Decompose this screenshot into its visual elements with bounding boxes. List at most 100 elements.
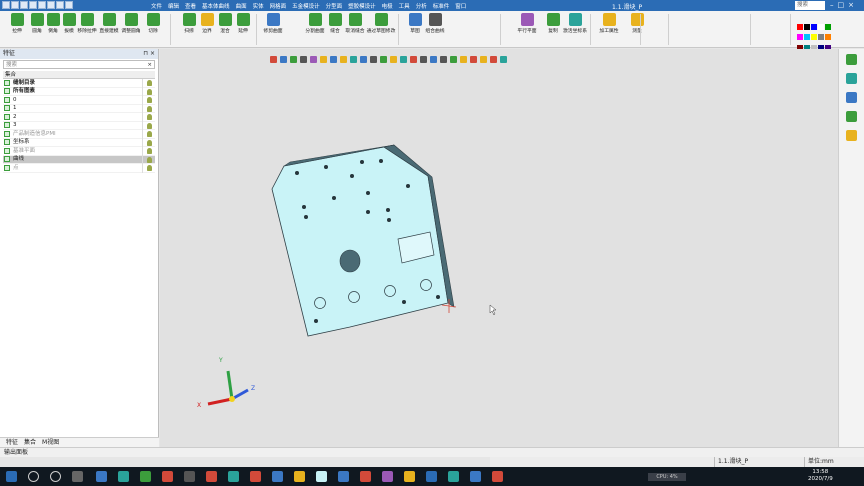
menu-item[interactable]: 工具: [399, 2, 410, 10]
app-taskbar-icon[interactable]: [492, 471, 503, 482]
tree-row[interactable]: 1: [3, 104, 155, 113]
menu-item[interactable]: 网格面: [270, 2, 287, 10]
menu-item[interactable]: 文件: [151, 2, 162, 10]
ribbon-button[interactable]: 平行平面: [516, 13, 538, 34]
visibility-bulb-icon[interactable]: [147, 88, 152, 95]
start-icon[interactable]: [6, 471, 17, 482]
close-icon[interactable]: ×: [848, 1, 854, 9]
color-swatch[interactable]: [811, 34, 817, 41]
app-taskbar-icon[interactable]: [470, 471, 481, 482]
print-icon[interactable]: [29, 1, 37, 9]
ribbon-button[interactable]: 复制: [542, 13, 564, 34]
ribbon-button[interactable]: 组合曲线: [424, 13, 446, 34]
history-icon[interactable]: [846, 73, 857, 84]
clock[interactable]: 13:58 2020/7/9: [808, 469, 833, 483]
layout-icon[interactable]: [56, 1, 64, 9]
visibility-bulb-icon[interactable]: [147, 148, 152, 154]
view-manager-icon[interactable]: [846, 92, 857, 103]
minimize-icon[interactable]: –: [830, 1, 834, 9]
app-taskbar-icon[interactable]: [382, 471, 393, 482]
app-taskbar-icon[interactable]: [162, 471, 173, 482]
menu-item[interactable]: 电极: [382, 2, 393, 10]
feature-search-input[interactable]: 搜索 ×: [3, 60, 155, 69]
visibility-bulb-icon[interactable]: [147, 114, 152, 120]
ribbon-button[interactable]: 延伸: [232, 13, 254, 34]
app-taskbar-icon[interactable]: [426, 471, 437, 482]
menu-item[interactable]: 分析: [416, 2, 427, 10]
panel-pin-close-icon[interactable]: ⊓ ×: [143, 49, 155, 59]
ribbon-button[interactable]: 激活坐标系: [563, 13, 587, 34]
app-taskbar-icon[interactable]: [360, 471, 371, 482]
tree-row[interactable]: 点: [3, 164, 155, 173]
tree-row[interactable]: 2: [3, 113, 155, 122]
color-swatch[interactable]: [804, 34, 810, 41]
color-swatch[interactable]: [818, 24, 824, 30]
ribbon-button[interactable]: 缝合: [324, 13, 346, 34]
active-app-taskbar-icon[interactable]: [294, 471, 305, 482]
menu-item[interactable]: 查看: [185, 2, 196, 10]
color-swatch[interactable]: [818, 34, 824, 41]
menu-item[interactable]: 分型面: [326, 2, 343, 10]
visibility-bulb-icon[interactable]: [147, 97, 152, 103]
task-view-icon[interactable]: [72, 471, 83, 482]
app-taskbar-icon[interactable]: [404, 471, 415, 482]
tree-row[interactable]: 0: [3, 96, 155, 105]
visibility-bulb-icon[interactable]: [147, 131, 152, 137]
ribbon-button[interactable]: 修剪曲面: [262, 13, 284, 34]
color-swatch[interactable]: [825, 24, 831, 30]
ribbon-button[interactable]: 拉伸: [6, 13, 28, 34]
ribbon-button[interactable]: 草图: [404, 13, 426, 34]
ribbon-button[interactable]: 切除: [142, 13, 164, 34]
visibility-bulb-icon[interactable]: [147, 156, 152, 163]
layer-icon[interactable]: [846, 111, 857, 122]
material-icon[interactable]: [846, 130, 857, 141]
output-panel-bar[interactable]: 输出面板: [0, 447, 864, 457]
undo-icon[interactable]: [38, 1, 46, 9]
app-taskbar-icon[interactable]: [316, 471, 327, 482]
settings-icon[interactable]: [65, 1, 73, 9]
menu-item[interactable]: 窗口: [455, 2, 466, 10]
ribbon-button[interactable]: 加工属性: [598, 13, 620, 34]
cortana-icon[interactable]: [50, 471, 61, 482]
app-taskbar-icon[interactable]: [338, 471, 349, 482]
menu-item[interactable]: 塑胶模设计: [348, 2, 376, 10]
panel-tab[interactable]: M视图: [42, 438, 59, 447]
panel-tab[interactable]: 集合: [24, 438, 36, 447]
app-taskbar-icon[interactable]: [272, 471, 283, 482]
panel-tab[interactable]: 特征: [6, 438, 18, 447]
app-taskbar-icon[interactable]: [184, 471, 195, 482]
app-taskbar-icon[interactable]: [250, 471, 261, 482]
ribbon-button[interactable]: 直接建模: [98, 13, 120, 34]
maximize-icon[interactable]: □: [838, 1, 845, 9]
app-logo-icon[interactable]: [2, 1, 10, 9]
ribbon-button[interactable]: 测量: [626, 13, 648, 34]
menu-item[interactable]: 五金模设计: [292, 2, 320, 10]
app-taskbar-icon[interactable]: [140, 471, 151, 482]
menu-item[interactable]: 曲面: [236, 2, 247, 10]
menu-item[interactable]: 实体: [253, 2, 264, 10]
menu-item[interactable]: 编辑: [168, 2, 179, 10]
ribbon-button[interactable]: 移除拉伸: [76, 13, 98, 34]
3d-viewport[interactable]: Y X Z: [160, 49, 838, 447]
save-icon[interactable]: [11, 1, 19, 9]
visibility-bulb-icon[interactable]: [147, 122, 152, 129]
tree-row[interactable]: 基准平面: [3, 147, 155, 156]
tree-row[interactable]: 所有图素: [3, 87, 155, 96]
ribbon-button[interactable]: 取消缝合: [344, 13, 366, 34]
ribbon-button[interactable]: 分割曲面: [304, 13, 326, 34]
visibility-bulb-icon[interactable]: [147, 105, 152, 112]
menu-item[interactable]: 标准件: [433, 2, 450, 10]
app-taskbar-icon[interactable]: [448, 471, 459, 482]
app-taskbar-icon[interactable]: [118, 471, 129, 482]
menu-item[interactable]: 基本体曲线: [202, 2, 230, 10]
ribbon-button[interactable]: 通过草图修改: [367, 13, 395, 34]
color-swatch[interactable]: [804, 24, 810, 30]
app-taskbar-icon[interactable]: [206, 471, 217, 482]
visibility-bulb-icon[interactable]: [147, 80, 152, 86]
search-icon[interactable]: [28, 471, 39, 482]
app-taskbar-icon[interactable]: [228, 471, 239, 482]
visibility-bulb-icon[interactable]: [147, 139, 152, 146]
tree-row[interactable]: 曲线: [3, 155, 155, 164]
color-swatch[interactable]: [797, 34, 803, 41]
visibility-bulb-icon[interactable]: [147, 165, 152, 171]
